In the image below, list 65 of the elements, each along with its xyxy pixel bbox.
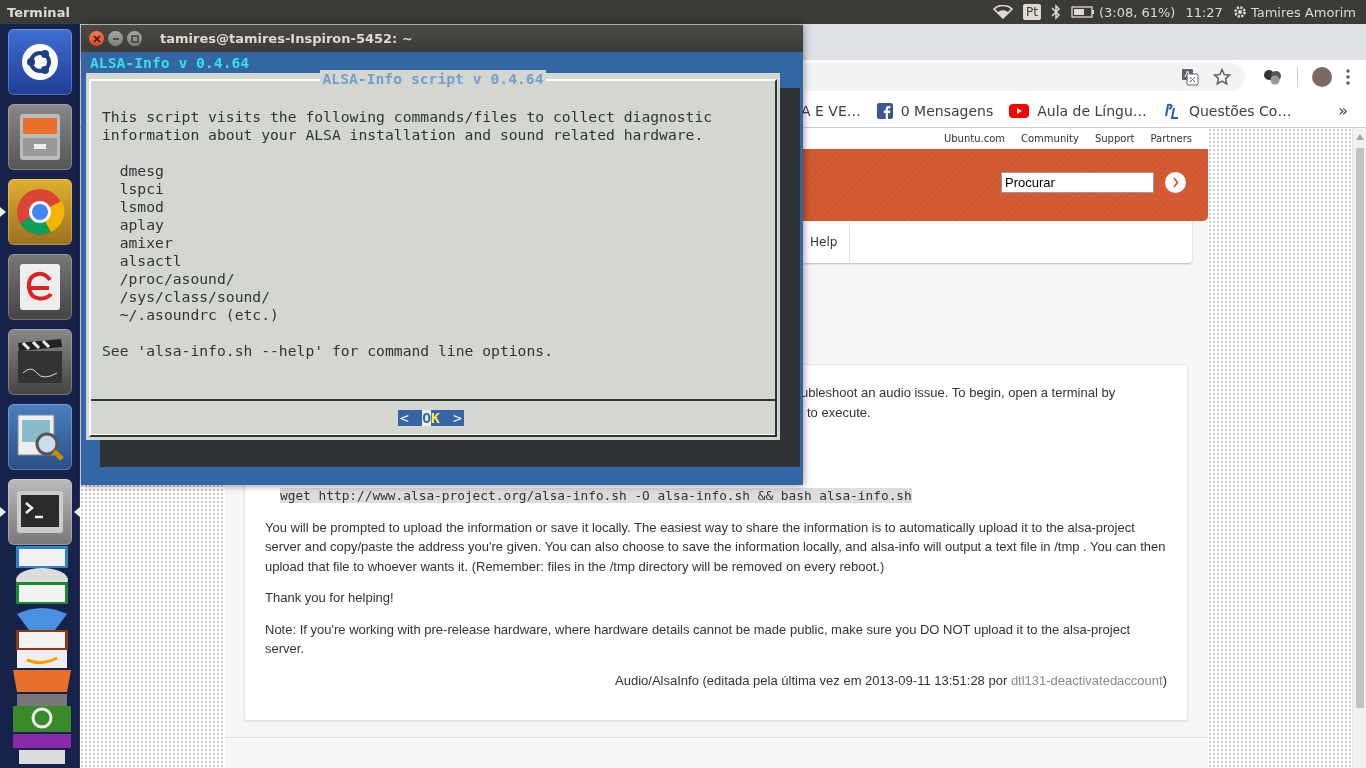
close-icon <box>92 34 101 43</box>
command-list-item: dmesg <box>119 162 165 180</box>
keyboard-layout-indicator[interactable]: Pt <box>1022 4 1041 20</box>
bookmark-item[interactable]: Aula de Língu… <box>1009 102 1147 119</box>
user-menu[interactable]: Tamires Amorim <box>1232 4 1356 20</box>
header-link[interactable]: Ubuntu.com <box>943 133 1005 144</box>
nav-link[interactable]: Help <box>810 223 851 261</box>
settings-icon <box>1232 5 1247 19</box>
bookmark-star-icon[interactable] <box>1213 68 1231 86</box>
more-bookmarks-button[interactable]: » <box>1338 101 1348 120</box>
bluetooth-icon[interactable] <box>1050 4 1061 20</box>
page-edit-info: Audio/AlsaInfo (editada pela última vez em 2013-09-11 13:51:28 por dtl131-deactivatedaccount) <box>614 671 1167 690</box>
paragraph-text: Thank you for helping! <box>265 589 395 607</box>
command-list-item: /sys/class/sound/ <box>119 288 271 306</box>
search-field[interactable]: Procurar <box>1001 171 1154 193</box>
maximize-button[interactable] <box>127 31 142 46</box>
terminal-launcher-icon[interactable] <box>7 479 72 545</box>
command-list-item: aplay <box>119 216 165 234</box>
command-list-item: lsmod <box>119 198 165 216</box>
ok-button[interactable]: < OK > <box>398 410 464 426</box>
paragraph-text: ubleshoot an audio issue. To begin, open a terminal by <box>801 384 1117 402</box>
menu-icon[interactable] <box>1346 69 1350 85</box>
scrollbar-thumb[interactable] <box>1355 148 1364 708</box>
paragraph-text: Note: If you're working with pre-release hardware, where hardware details cannot be made public, make sure you DO NOT upload it to the alsa-project server. <box>265 620 1131 658</box>
ebook-launcher-icon[interactable] <box>7 254 72 320</box>
bookmark-item[interactable]: Questões Co… <box>1162 101 1292 120</box>
command-list-item: alsactl <box>119 252 183 270</box>
extension-icon[interactable] <box>1263 69 1283 85</box>
clock[interactable]: 11:27 <box>1185 4 1223 20</box>
dialog-text: This script visits the following commands/files to collect diagnostic information about your ALSA installation and sound related hardware. <box>102 108 714 144</box>
chrome-launcher-icon[interactable] <box>7 179 72 245</box>
play-logo-icon <box>1009 103 1030 118</box>
maximize-icon <box>130 34 139 43</box>
command-text: wget http://www.alsa-project.org/alsa-info.sh -O alsa-info.sh && bash alsa-info.sh <box>280 488 912 503</box>
window-title: tamires@tamires-Inspiron-5452: ~ <box>160 31 413 46</box>
files-launcher-icon[interactable] <box>7 104 72 170</box>
dash-launcher-icon[interactable] <box>7 29 72 95</box>
command-list-item: /proc/asound/ <box>119 270 236 288</box>
translate-icon[interactable] <box>1181 68 1199 86</box>
scrollbar[interactable] <box>1352 128 1366 768</box>
minimize-button[interactable] <box>108 31 123 46</box>
backtitle-text: ALSA-Info v 0.4.64 <box>89 53 251 72</box>
command-list-item: amixer <box>119 234 174 252</box>
dialog-title: ALSA-Info script v 0.4.64 <box>320 70 546 88</box>
command-list-item: ~/.asoundrc (etc.) <box>119 306 280 324</box>
header-link[interactable]: Partners <box>1150 133 1192 144</box>
command-list-item: lspci <box>119 180 165 198</box>
viewer-launcher-icon[interactable] <box>7 404 72 470</box>
search-go-icon[interactable] <box>1165 171 1186 193</box>
author-link[interactable]: dtl131-deactivatedaccount <box>1010 672 1163 688</box>
video-launcher-icon[interactable] <box>7 329 72 395</box>
wifi-icon[interactable] <box>992 5 1013 19</box>
profile-avatar[interactable] <box>1312 67 1332 87</box>
pl-logo-icon <box>1162 101 1181 120</box>
battery-icon <box>1070 6 1095 18</box>
facebook-icon <box>876 102 893 119</box>
header-link[interactable]: Community <box>1021 133 1079 144</box>
paragraph-text: to execute. <box>807 403 872 422</box>
paragraph-text: You will be prompted to upload the information or save it locally. The easiest way to share the information is to automatically upload it to the alsa-project server and copy/paste the address you're given. You can also choose to save the information locally, and alsa-info will output a text file in /tmp . You can then upload that file to whoever wants it. (Remember: files in the /tmp directory will be removed on every reboot.) <box>265 518 1167 576</box>
active-app-name: Terminal <box>6 4 70 20</box>
battery-indicator[interactable]: (3:08, 61%) <box>1070 4 1176 20</box>
dialog-text: See 'alsa-info.sh --help' for command line options. <box>102 342 554 360</box>
close-button[interactable] <box>89 31 104 46</box>
bookmark-item[interactable]: 0 Mensagens <box>876 102 994 119</box>
header-link[interactable]: Support <box>1094 133 1135 144</box>
